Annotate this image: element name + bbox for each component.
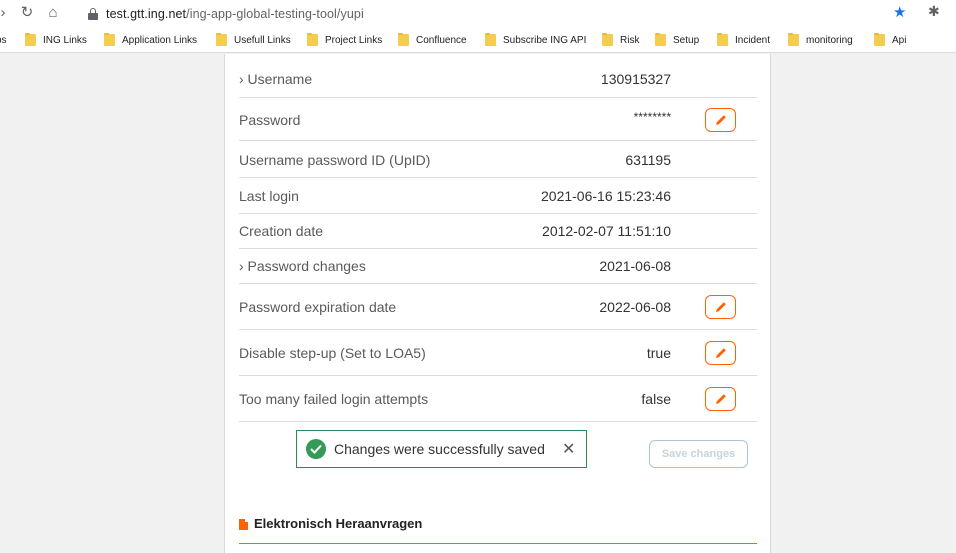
bookmark-apps[interactable]: ps xyxy=(0,33,7,47)
bookmark-star-icon[interactable]: ★ xyxy=(893,3,906,21)
edit-expiration-button[interactable] xyxy=(705,295,736,319)
bookmark-ing-links[interactable]: ING Links xyxy=(25,33,87,47)
bookmark-label: Subscribe ING API xyxy=(503,34,587,46)
bookmark-label: Application Links xyxy=(122,34,198,46)
folder-icon xyxy=(655,33,666,46)
bookmark-label: Confluence xyxy=(416,34,467,46)
row-password-changes[interactable]: › Password changes 2021-06-08 xyxy=(239,249,757,284)
url-text: test.gtt.ing.net/ing-app-global-testing-… xyxy=(106,7,364,21)
bookmarks-bar: ps ING Links Application Links Usefull L… xyxy=(0,27,956,53)
url-host: test.gtt.ing.net xyxy=(106,6,187,21)
row-password: Password ******** xyxy=(239,98,757,141)
bookmark-monitoring[interactable]: monitoring xyxy=(788,33,853,47)
pencil-icon xyxy=(715,115,726,125)
bookmark-application-links[interactable]: Application Links xyxy=(104,33,197,47)
url-path: /ing-app-global-testing-tool/yupi xyxy=(186,6,364,21)
row-upid: Username password ID (UpID) 631195 xyxy=(239,141,757,178)
folder-icon xyxy=(25,33,36,46)
row-last-login: Last login 2021-06-16 15:23:46 xyxy=(239,178,757,214)
row-label: Disable step-up (Set to LOA5) xyxy=(239,345,426,361)
bookmark-label: Project Links xyxy=(325,34,383,46)
bookmark-label: Usefull Links xyxy=(234,34,291,46)
browser-toolbar: › ↻ ⌂ test.gtt.ing.net/ing-app-global-te… xyxy=(0,0,956,27)
bookmark-label: monitoring xyxy=(806,34,853,46)
row-creation-date: Creation date 2012-02-07 11:51:10 xyxy=(239,214,757,249)
row-label: Creation date xyxy=(239,223,324,239)
row-value: 2012-02-07 11:51:10 xyxy=(542,223,671,239)
bookmark-label: Risk xyxy=(620,34,640,46)
row-value: ******** xyxy=(633,110,671,124)
bookmark-setup[interactable]: Setup xyxy=(655,33,699,47)
row-label: › Username xyxy=(239,71,313,87)
row-label: Too many failed login attempts xyxy=(239,391,429,407)
bookmark-label: Api xyxy=(892,34,907,46)
address-bar[interactable]: test.gtt.ing.net/ing-app-global-testing-… xyxy=(78,2,948,25)
folder-icon xyxy=(216,33,227,46)
row-value: 631195 xyxy=(625,152,671,168)
row-label: › Password changes xyxy=(239,258,366,274)
folder-icon xyxy=(398,33,409,46)
bookmark-risk[interactable]: Risk xyxy=(602,33,639,47)
row-value: 2021-06-16 15:23:46 xyxy=(541,188,671,204)
bookmark-incident[interactable]: Incident xyxy=(717,33,770,47)
folder-icon xyxy=(104,33,115,46)
bookmark-label: ING Links xyxy=(43,34,87,46)
toast-message: Changes were successfully saved xyxy=(334,441,545,457)
section-title: Elektronisch Heraanvragen xyxy=(254,516,423,531)
pencil-icon xyxy=(715,348,726,358)
close-icon[interactable]: ✕ xyxy=(562,439,575,459)
row-username[interactable]: › Username 130915327 xyxy=(239,63,757,98)
bookmark-label: Setup xyxy=(673,34,700,46)
edit-step-up-button[interactable] xyxy=(705,341,736,365)
edit-password-button[interactable] xyxy=(705,108,736,132)
row-value: true xyxy=(646,345,671,361)
forward-icon[interactable]: › xyxy=(0,4,12,22)
home-icon[interactable]: ⌂ xyxy=(44,4,62,22)
row-value: false xyxy=(641,391,671,407)
row-value: 2022-06-08 xyxy=(599,299,671,315)
bookmark-usefull-links[interactable]: Usefull Links xyxy=(216,33,291,47)
extensions-icon[interactable]: ✱ xyxy=(928,3,940,20)
folder-icon xyxy=(874,33,885,46)
check-circle-icon xyxy=(306,439,326,459)
folder-icon xyxy=(485,33,496,46)
bookmark-project-links[interactable]: Project Links xyxy=(307,33,382,47)
document-icon xyxy=(239,519,248,530)
row-label: Password expiration date xyxy=(239,299,397,315)
reload-icon[interactable]: ↻ xyxy=(18,4,36,22)
lock-icon xyxy=(88,7,98,20)
row-label: Username password ID (UpID) xyxy=(239,152,431,168)
row-failed-login-attempts: Too many failed login attempts false xyxy=(239,376,757,422)
bookmark-api[interactable]: Api xyxy=(874,33,906,47)
edit-failed-attempts-button[interactable] xyxy=(705,387,736,411)
pencil-icon xyxy=(715,302,726,312)
row-value: 2021-06-08 xyxy=(599,258,671,274)
row-label: Last login xyxy=(239,188,299,204)
folder-icon xyxy=(788,33,799,46)
row-label: Password xyxy=(239,112,301,128)
row-password-expiration: Password expiration date 2022-06-08 xyxy=(239,284,757,330)
folder-icon xyxy=(307,33,318,46)
account-details-panel: › Username 130915327 Password ******** U… xyxy=(224,54,771,553)
success-toast: Changes were successfully saved ✕ xyxy=(296,430,587,468)
folder-icon xyxy=(717,33,728,46)
bookmark-subscribe-ing-api[interactable]: Subscribe ING API xyxy=(485,33,586,47)
pencil-icon xyxy=(715,394,726,404)
bookmark-label: ps xyxy=(0,34,7,46)
folder-icon xyxy=(602,33,613,46)
save-changes-button[interactable]: Save changes xyxy=(649,440,748,468)
section-header: Elektronisch Heraanvragen xyxy=(239,516,757,544)
bookmark-confluence[interactable]: Confluence xyxy=(398,33,467,47)
row-value: 130915327 xyxy=(600,71,671,87)
row-disable-step-up: Disable step-up (Set to LOA5) true xyxy=(239,330,757,376)
bookmark-label: Incident xyxy=(735,34,771,46)
